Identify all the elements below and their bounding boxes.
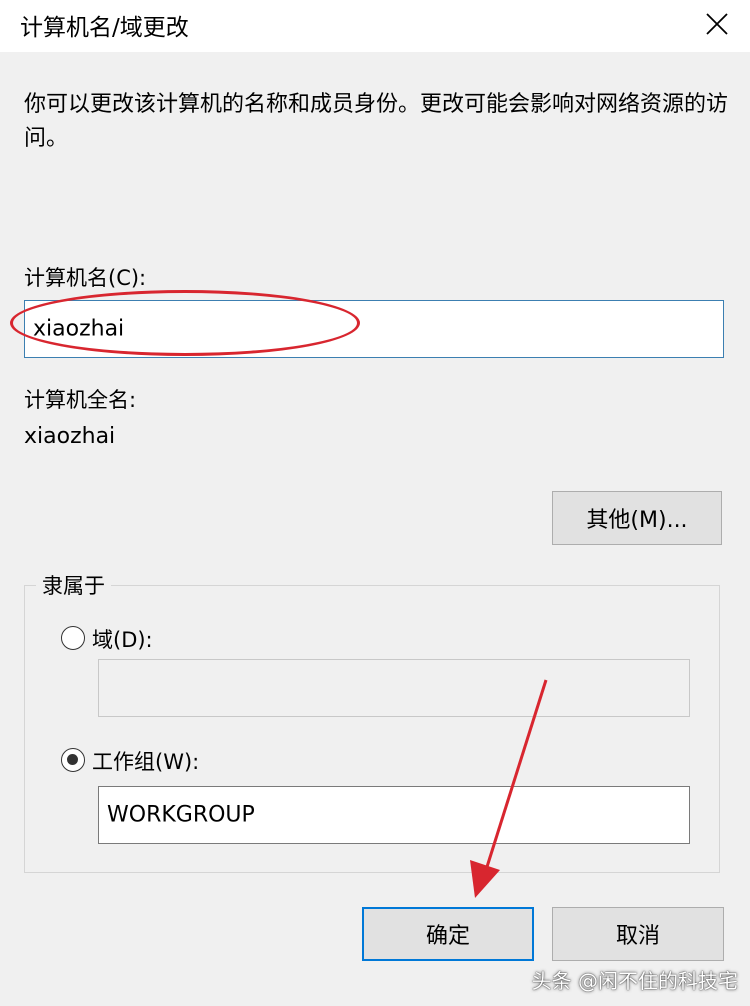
watermark: 头条 @闲不住的科技宅 (531, 969, 738, 993)
annotation-arrow (470, 679, 548, 898)
